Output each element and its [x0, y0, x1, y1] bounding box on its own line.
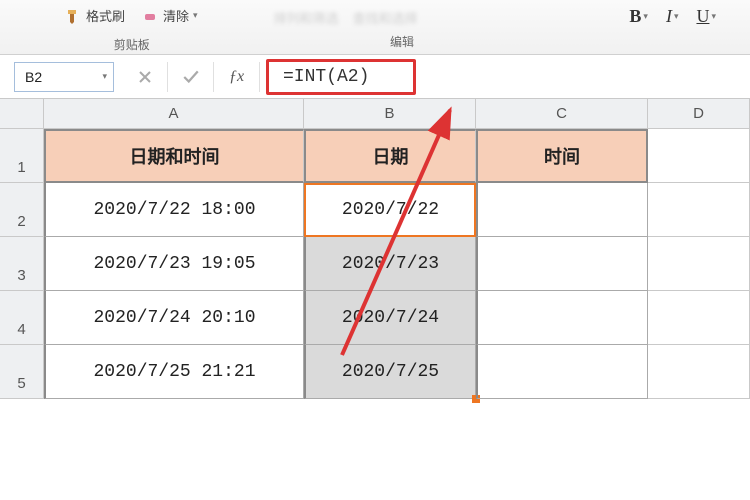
chevron-down-icon: ▾ [102, 71, 107, 82]
col-c[interactable]: C [476, 99, 648, 128]
col-a[interactable]: A [44, 99, 304, 128]
fx-button[interactable]: ƒx [214, 62, 260, 92]
cell-d4[interactable] [648, 291, 750, 345]
cell-a5[interactable]: 2020/7/25 21:21 [44, 345, 304, 399]
row-1: 1 日期和时间 日期 时间 [0, 129, 750, 183]
cell-c4[interactable] [476, 291, 648, 345]
italic-label: I [666, 6, 672, 27]
cell-a3[interactable]: 2020/7/23 19:05 [44, 237, 304, 291]
clear-button[interactable]: 清除 ▾ [137, 4, 204, 27]
row-header-3[interactable]: 3 [0, 237, 44, 291]
cell-d5[interactable] [648, 345, 750, 399]
caret-down-icon: ▾ [193, 10, 198, 21]
cell-c1[interactable]: 时间 [476, 129, 648, 183]
cell-b2[interactable]: 2020/7/22 [304, 183, 476, 237]
cell-c5[interactable] [476, 345, 648, 399]
cell-a1[interactable]: 日期和时间 [44, 129, 304, 183]
formula-bar: B2 ▾ ƒx =INT(A2) [0, 55, 750, 99]
cell-c2[interactable] [476, 183, 648, 237]
underline-label: U [696, 6, 709, 27]
format-painter-button[interactable]: 格式刷 [60, 4, 131, 27]
ribbon: 格式刷 清除 ▾ 剪贴板 排列和筛选 查找和选择 编辑 B▾ I▾ U▾ [0, 0, 750, 55]
bold-label: B [629, 6, 641, 27]
select-all[interactable] [0, 99, 44, 128]
row-3: 3 2020/7/23 19:05 2020/7/23 [0, 237, 750, 291]
clear-label: 清除 [163, 6, 189, 25]
brush-icon [66, 8, 82, 24]
name-box[interactable]: B2 ▾ [14, 62, 114, 92]
eraser-icon [143, 8, 159, 24]
hidden-btn-2[interactable]: 查找和选择 [353, 8, 418, 27]
underline-button[interactable]: U▾ [692, 4, 720, 29]
row-header-1[interactable]: 1 [0, 129, 44, 183]
x-icon [137, 69, 153, 85]
cancel-button[interactable] [122, 62, 168, 92]
row-header-2[interactable]: 2 [0, 183, 44, 237]
format-painter-label: 格式刷 [86, 6, 125, 25]
enter-button[interactable] [168, 62, 214, 92]
clipboard-group: 格式刷 清除 ▾ 剪贴板 [60, 0, 204, 55]
row-4: 4 2020/7/24 20:10 2020/7/24 [0, 291, 750, 345]
cell-d3[interactable] [648, 237, 750, 291]
cell-b4[interactable]: 2020/7/24 [304, 291, 476, 345]
fx-icon: ƒx [229, 68, 244, 86]
row-header-4[interactable]: 4 [0, 291, 44, 345]
bold-button[interactable]: B▾ [625, 4, 652, 29]
col-b[interactable]: B [304, 99, 476, 128]
check-icon [182, 68, 200, 86]
formula-input[interactable]: =INT(A2) [266, 59, 416, 95]
col-d[interactable]: D [648, 99, 750, 128]
cell-b5[interactable]: 2020/7/25 [304, 345, 476, 399]
row-5: 5 2020/7/25 21:21 2020/7/25 [0, 345, 750, 399]
cell-b5-value: 2020/7/25 [342, 362, 439, 382]
cell-c3[interactable] [476, 237, 648, 291]
column-headers: A B C D [0, 99, 750, 129]
italic-button[interactable]: I▾ [662, 4, 683, 29]
cell-d2[interactable] [648, 183, 750, 237]
cell-b3[interactable]: 2020/7/23 [304, 237, 476, 291]
cell-d1[interactable] [648, 129, 750, 183]
clipboard-label: 剪贴板 [104, 34, 160, 55]
cell-b1[interactable]: 日期 [304, 129, 476, 183]
font-style-group: B▾ I▾ U▾ [625, 4, 720, 29]
edit-group-truncated: 排列和筛选 查找和选择 [274, 8, 418, 27]
cell-a4[interactable]: 2020/7/24 20:10 [44, 291, 304, 345]
cell-a2[interactable]: 2020/7/22 18:00 [44, 183, 304, 237]
hidden-btn-1[interactable]: 排列和筛选 [274, 8, 339, 27]
sheet: A B C D 1 日期和时间 日期 时间 2 2020/7/22 18:00 … [0, 99, 750, 399]
row-header-5[interactable]: 5 [0, 345, 44, 399]
formula-text: =INT(A2) [283, 67, 369, 87]
row-2: 2 2020/7/22 18:00 2020/7/22 [0, 183, 750, 237]
edit-group-label: 编辑 [380, 31, 424, 52]
name-box-value: B2 [25, 69, 42, 85]
